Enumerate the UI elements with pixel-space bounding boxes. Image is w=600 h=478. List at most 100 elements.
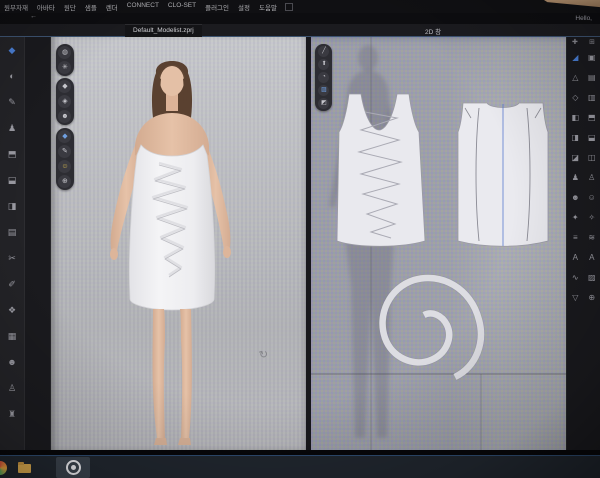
project-file-tab[interactable]: Default_Modelist.zprj <box>125 24 202 37</box>
curve-edit-icon[interactable]: ◔ <box>318 72 329 83</box>
library-panel[interactable] <box>25 36 51 450</box>
avatar-3d[interactable] <box>101 51 241 447</box>
menu-item[interactable]: 원부자재 <box>4 2 28 12</box>
render-gem-icon[interactable]: ◆ <box>9 42 16 58</box>
transform-tool-icon[interactable]: ◢ <box>572 53 578 62</box>
menu-item[interactable]: 렌더 <box>106 2 118 12</box>
flatten-tool-icon[interactable]: ⬓ <box>588 133 596 142</box>
texture-tool-icon[interactable]: ▨ <box>588 273 596 282</box>
mesh-view-icon[interactable]: ✳ <box>58 61 71 74</box>
shape-tool-icon[interactable]: ◇ <box>572 93 578 102</box>
trace-tool-icon[interactable]: ◫ <box>588 153 596 162</box>
grade-tool-icon[interactable]: ⊕ <box>588 293 595 302</box>
sewing-machine-icon[interactable]: ⬒ <box>8 146 17 162</box>
garment-fit-map-icon[interactable]: ◈ <box>58 95 71 108</box>
menu-item[interactable]: CONNECT <box>127 2 159 12</box>
avatar-head <box>160 66 184 96</box>
grid-menu-icon[interactable]: ⊞ <box>589 38 595 47</box>
avatar-circle-icon[interactable]: ☺ <box>588 193 596 202</box>
menu-bar: 원부자재 아바타 원단 샘플 렌더 CONNECT CLO-SET 플러그인 설정 도움말 <box>0 0 600 13</box>
curve-measure-icon[interactable]: ∿ <box>572 273 579 282</box>
avatar-right-leg <box>180 309 192 438</box>
rectangle-pattern-icon[interactable]: ◧ <box>572 113 580 122</box>
pen-curve-icon[interactable]: ✎ <box>8 94 16 110</box>
hand-tool-icon[interactable]: ❖ <box>8 302 16 318</box>
pattern-canvas <box>311 36 566 450</box>
avatar-left-foot <box>154 438 167 445</box>
fabric-swatch-icon[interactable]: ◐ <box>9 68 14 84</box>
viewport-2d[interactable]: ╱ ⬆ ◔ ▨ ◩ <box>311 36 566 450</box>
avatar-left-hand <box>110 248 118 260</box>
steam-iron-icon[interactable]: ◨ <box>8 198 17 214</box>
menu-item[interactable]: 플러그인 <box>205 2 229 12</box>
menu-items: 원부자재 아바타 원단 샘플 렌더 CONNECT CLO-SET 플러그인 설정 도움말 <box>0 2 277 12</box>
header-bar: ← Hello, <box>0 13 600 24</box>
segment-sew-icon[interactable]: ▤ <box>588 73 596 82</box>
shirt-back-icon[interactable]: ♙ <box>588 173 595 182</box>
avatar-tape-icon[interactable]: ☻ <box>571 193 579 202</box>
main-toolbar-left: ◆ ◐ ✎ ♟ ⬒ ⬓ ◨ ▤ ✂ ✐ ❖ ▦ ☻ ♙ ♜ <box>0 36 25 450</box>
notch-tool-icon[interactable]: ▽ <box>572 293 578 302</box>
rotate-gizmo-icon[interactable]: ↻ <box>257 347 269 362</box>
pin-view-icon[interactable]: ✎ <box>58 145 71 158</box>
avatar-right-foot <box>178 438 191 445</box>
clo-logo-icon <box>66 460 81 475</box>
window-icon[interactable] <box>285 3 293 11</box>
plus-icon[interactable]: ✚ <box>572 38 578 47</box>
fold-arrange-icon[interactable]: ⬒ <box>588 113 596 122</box>
viewport-3d[interactable]: ◍✳ ◆◈☻ ◆✎☺⊕ <box>51 36 307 450</box>
menu-item[interactable]: CLO-SET <box>168 2 196 12</box>
show-garment-icon[interactable]: ◆ <box>58 80 71 93</box>
dress-3d[interactable] <box>129 145 214 310</box>
fabric-view-icon[interactable]: ◆ <box>58 130 71 143</box>
text-tool-icon[interactable]: A <box>573 253 578 262</box>
avatar-light-icon[interactable]: ☺ <box>58 160 71 173</box>
seam-allowance-icon[interactable]: ◪ <box>572 153 580 162</box>
elastic-tool-icon[interactable]: ≋ <box>588 233 595 242</box>
free-sew-icon[interactable]: ▥ <box>588 93 596 102</box>
back-arrow-icon[interactable]: ← <box>30 13 37 20</box>
text-style-icon[interactable]: A <box>589 253 594 262</box>
baseline-tool-icon[interactable]: ≡ <box>573 233 578 242</box>
garment-alt-icon[interactable]: ♜ <box>8 406 16 422</box>
scissors-icon[interactable]: ✂ <box>8 250 16 266</box>
workspace: ◆◐✎♟⬒⬓◨▤✂✐❖▦☻♙♜ ◍✳ ◆◈☻ ◆✎☺⊕ <box>0 36 600 450</box>
pattern-view-toolbar: ╱ ⬆ ◔ ▨ ◩ <box>315 44 332 111</box>
menu-item[interactable]: 샘플 <box>85 2 97 12</box>
fabric-texture-icon[interactable]: ▨ <box>318 85 329 96</box>
view-toolbar-group-1: ◍✳ <box>56 44 74 76</box>
printer-icon[interactable]: ▤ <box>8 224 17 240</box>
pattern-toolbar-right: ✚ ⊞ ◢ ▣ △ ▤ ◇ ▥ ◧ ⬒ ◨ ⬓ ◪ ◫ ♟ ♙ ☻ ☺ ✦ ✧ ≡ ≋ A A ∿ ▨ ▽ ⊕ <box>566 36 600 450</box>
transform-pattern-icon[interactable]: ⬆ <box>318 59 329 70</box>
sewing-machine-tool-icon[interactable]: ▣ <box>588 53 596 62</box>
building-icon[interactable]: ▦ <box>8 328 17 344</box>
garment-icon[interactable]: ♙ <box>8 380 16 396</box>
sewing-machine-alt-icon[interactable]: ⬓ <box>8 172 17 188</box>
needle-tool-icon[interactable]: ✐ <box>8 276 16 292</box>
shirt-front-icon[interactable]: ♟ <box>572 173 579 182</box>
sparkle-alt-icon[interactable]: ✧ <box>588 213 595 222</box>
sparkle-tool-icon[interactable]: ✦ <box>572 213 579 222</box>
surface-texture-view-icon[interactable]: ◍ <box>58 46 71 59</box>
greeting-text: Hello, <box>575 15 592 22</box>
mannequin-icon[interactable]: ♟ <box>8 120 16 136</box>
taskbar <box>0 455 600 478</box>
view-toolbar-group-2: ◆ ◈ ☻ <box>56 78 74 125</box>
edit-pattern-line-icon[interactable]: ╱ <box>318 46 329 57</box>
tab-bar: Default_Modelist.zprj 2D 창 <box>0 24 600 37</box>
menu-item[interactable]: 도움말 <box>259 2 277 12</box>
avatar-group-icon[interactable]: ☻ <box>7 354 16 370</box>
dart-tool-icon[interactable]: ◨ <box>572 133 580 142</box>
clo-app-taskbar-button[interactable] <box>56 457 90 478</box>
menu-item[interactable]: 설정 <box>238 2 250 12</box>
grid-floor-icon[interactable]: ⊕ <box>58 175 71 188</box>
polygon-tool-icon[interactable]: △ <box>572 73 578 82</box>
file-explorer-icon[interactable] <box>18 464 31 473</box>
browser-app-icon[interactable] <box>0 461 7 475</box>
menu-item[interactable]: 원단 <box>64 2 76 12</box>
avatar-left-leg <box>152 309 165 438</box>
tab-2d-window[interactable]: 2D 창 <box>425 26 441 36</box>
menu-item[interactable]: 아바타 <box>37 2 55 12</box>
show-avatar-icon[interactable]: ☻ <box>58 110 71 123</box>
show-3d-overlay-icon[interactable]: ◩ <box>318 98 329 109</box>
